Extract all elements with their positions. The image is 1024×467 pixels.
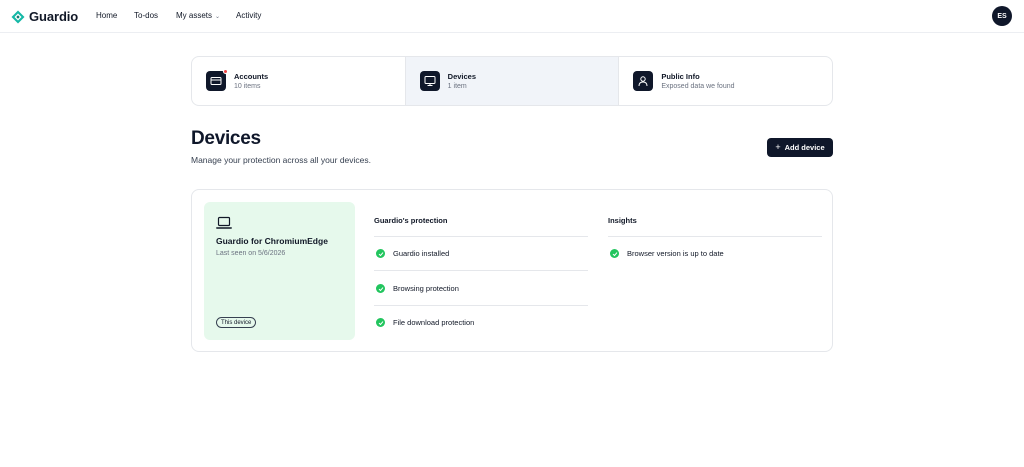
laptop-icon (216, 216, 232, 229)
monitor-icon (419, 71, 440, 91)
add-device-label: Add device (784, 143, 825, 152)
check-circle-icon (376, 284, 385, 293)
tab-accounts[interactable]: Accounts 10 items (192, 57, 405, 105)
tab-devices[interactable]: Devices 1 item (404, 57, 620, 105)
brand-name: Guardio (29, 9, 79, 24)
device-card[interactable]: Guardio for ChromiumEdge Last seen on 5/… (204, 202, 355, 340)
device-name: Guardio for ChromiumEdge (216, 236, 328, 246)
protection-item-label: Browsing protection (393, 284, 459, 293)
device-last-seen: Last seen on 5/6/2026 (216, 250, 286, 257)
user-icon (633, 71, 654, 91)
divider (374, 270, 588, 271)
nav-my-assets[interactable]: My assets ⌄ (176, 11, 220, 20)
asset-category-tabs: Accounts 10 items Devices 1 item Public … (191, 56, 833, 106)
divider (608, 236, 822, 237)
credit-card-icon (206, 69, 228, 91)
nav-my-assets-label: My assets (176, 11, 213, 20)
chevron-down-icon: ⌄ (215, 13, 221, 20)
protection-item: Browsing protection (376, 284, 459, 293)
tab-public-info-subtitle: Exposed data we found (661, 83, 735, 90)
page-subtitle: Manage your protection across all your d… (191, 155, 372, 165)
device-panel: Guardio for ChromiumEdge Last seen on 5/… (191, 189, 833, 352)
protection-item: File download protection (376, 318, 474, 327)
tab-devices-count: 1 item (447, 83, 467, 90)
tab-accounts-count: 10 items (234, 83, 261, 90)
insights-heading: Insights (608, 216, 637, 225)
insight-item-label: Browser version is up to date (627, 249, 724, 258)
protection-item: Guardio installed (376, 249, 449, 258)
tab-devices-title: Devices (447, 72, 477, 81)
divider (374, 236, 588, 237)
nav-todos[interactable]: To-dos (134, 11, 158, 20)
tab-accounts-title: Accounts (234, 72, 269, 81)
this-device-badge: This device (216, 317, 257, 328)
plus-icon: + (775, 142, 781, 152)
insight-item: Browser version is up to date (610, 249, 724, 258)
add-device-button[interactable]: + Add device (767, 138, 833, 157)
protection-item-label: Guardio installed (393, 249, 450, 258)
guardio-logo-icon (11, 10, 25, 23)
page-title: Devices (191, 128, 261, 149)
user-avatar[interactable]: ES (992, 6, 1012, 26)
tab-public-info-title: Public Info (661, 72, 700, 81)
top-navigation-bar: Guardio Home To-dos My assets ⌄ Activity… (0, 0, 1024, 33)
guardio-logo[interactable]: Guardio (11, 9, 78, 24)
divider (374, 305, 588, 306)
protection-heading: Guardio's protection (374, 216, 448, 225)
tab-public-info[interactable]: Public Info Exposed data we found (619, 57, 832, 105)
nav-activity[interactable]: Activity (236, 11, 261, 20)
protection-item-label: File download protection (393, 318, 475, 327)
check-circle-icon (610, 249, 619, 258)
nav-home[interactable]: Home (96, 11, 117, 20)
check-circle-icon (376, 318, 385, 327)
check-circle-icon (376, 249, 385, 258)
alert-dot (223, 69, 228, 74)
